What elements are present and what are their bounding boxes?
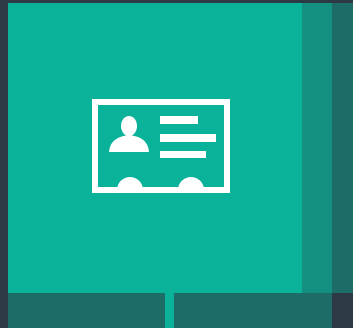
id-card-icon (92, 99, 230, 193)
tile-grid (0, 0, 353, 328)
bottom-tile-left[interactable] (8, 293, 165, 328)
id-card-tile[interactable] (8, 3, 302, 293)
bottom-tile-right[interactable] (174, 293, 332, 328)
side-tile-inner[interactable] (302, 3, 332, 293)
bottom-tile-divider (165, 293, 174, 328)
side-tile-outer[interactable] (332, 3, 353, 293)
